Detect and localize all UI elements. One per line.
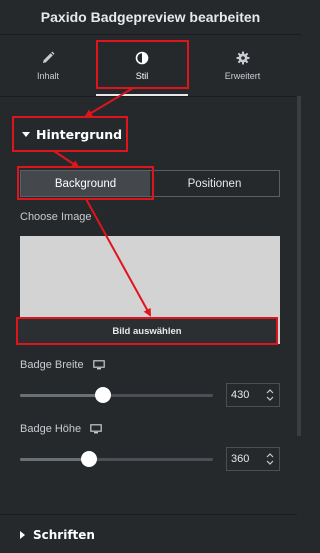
choose-image-label: Choose Image: [20, 211, 92, 223]
annotation-arrow: [53, 150, 80, 169]
badge-width-row: Badge Breite: [20, 359, 105, 371]
tab-bar: Inhalt Stil Erweitert: [0, 34, 301, 97]
tab-inhalt-label: Inhalt: [36, 71, 60, 81]
section-divider: [0, 514, 297, 515]
badge-width-label: Badge Breite: [20, 359, 84, 371]
section-toggle-schriften[interactable]: Schriften: [20, 528, 95, 542]
desktop-icon: [90, 424, 102, 434]
footer-section-title: Schriften: [33, 528, 95, 542]
section-divider-top: [0, 96, 297, 97]
slider-handle[interactable]: [94, 387, 111, 403]
tab-erweitert[interactable]: Erweitert: [188, 35, 297, 97]
gear-icon: [236, 51, 249, 65]
half-circle-icon: [135, 51, 149, 65]
tab-inhalt[interactable]: Inhalt: [0, 35, 96, 97]
tab-stil[interactable]: Stil: [96, 35, 188, 97]
panel-header: Paxido Badgepreview bearbeiten: [0, 0, 301, 34]
scrollbar-thumb[interactable]: [297, 96, 301, 436]
badge-width-input[interactable]: 430: [226, 383, 280, 407]
badge-height-slider[interactable]: [20, 451, 213, 467]
slider-fill: [20, 394, 103, 397]
badge-height-row: Badge Höhe: [20, 423, 102, 435]
tab-stil-label: Stil: [135, 71, 149, 81]
section-title: Hintergrund: [36, 126, 123, 142]
desktop-icon: [92, 360, 105, 370]
background-mode-switch: Background Positionen: [20, 170, 280, 197]
select-image-button[interactable]: Bild auswählen: [16, 317, 278, 345]
section-toggle-hintergrund[interactable]: Hintergrund: [12, 116, 128, 152]
badge-width-slider[interactable]: [20, 387, 213, 403]
badge-height-value: 360: [231, 453, 250, 465]
switch-background[interactable]: Background: [21, 171, 150, 196]
stepper-arrows-icon[interactable]: [265, 451, 275, 467]
caret-right-icon: [20, 531, 25, 539]
switch-positionen[interactable]: Positionen: [150, 171, 279, 196]
slider-fill: [20, 458, 90, 461]
stepper-arrows-icon[interactable]: [265, 387, 275, 403]
pencil-icon: [43, 51, 55, 63]
panel-title: Paxido Badgepreview bearbeiten: [40, 9, 261, 25]
badge-height-label: Badge Höhe: [20, 423, 82, 435]
tab-erweitert-label: Erweitert: [224, 71, 261, 81]
caret-down-icon: [22, 131, 30, 137]
badge-height-input[interactable]: 360: [226, 447, 280, 471]
slider-handle[interactable]: [81, 451, 98, 467]
badge-width-value: 430: [231, 389, 250, 401]
